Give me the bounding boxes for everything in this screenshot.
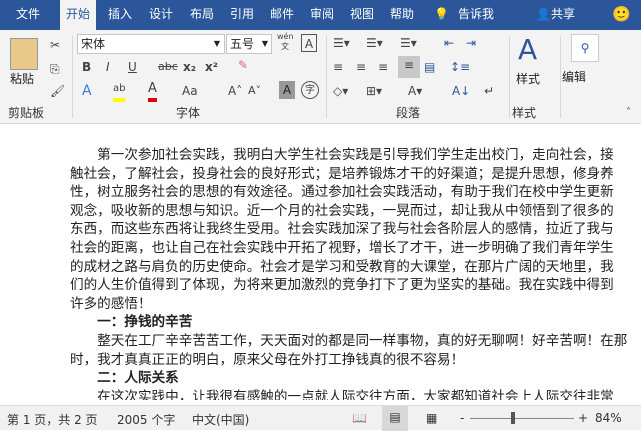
tab-home[interactable]: 开始 <box>60 0 97 30</box>
editing-button[interactable]: 编辑 <box>562 68 586 85</box>
document-text-line: 的成材之路与肩负的历史使命。社会才是学习和受教育的大课堂，在那片广阔的天地里，我 <box>70 258 614 275</box>
document-text-line: 整天在工厂辛辛苦苦工作，天天面对的都是同一样事物，真的好无聊啊！好辛苦啊！在那 <box>70 333 628 349</box>
character-border-icon[interactable]: A <box>301 34 317 52</box>
decrease-indent-icon[interactable]: ⇤ <box>444 34 454 52</box>
zoom-slider-thumb[interactable] <box>510 412 515 424</box>
divider <box>560 36 561 118</box>
document-heading: 一：挣钱的辛苦 <box>70 314 193 331</box>
clear-formatting-icon[interactable]: ✎ <box>238 56 248 74</box>
copy-icon[interactable]: ⎘ <box>50 60 60 78</box>
font-color-icon[interactable]: A <box>148 80 157 102</box>
lightbulb-icon: 💡 <box>434 7 449 21</box>
tab-view[interactable]: 视图 <box>344 0 380 30</box>
borders-icon[interactable]: ⊞▾ <box>366 82 382 100</box>
styles-icon[interactable]: A <box>518 34 537 66</box>
document-heading: 二：人际关系 <box>70 370 179 387</box>
multilevel-list-icon[interactable]: ☰▾ <box>400 34 417 52</box>
document-text-line: 社会的距离，也让自己在社会实践中开拓了视野，增长了才干，进一步明确了我们青年学生 <box>70 240 614 256</box>
document-text-line: 第一次参加社会实践，我明白大学生社会实践是引导我们学生走出校门，走向社会，接 <box>70 147 614 163</box>
ribbon-home: 粘贴 ✂ ⎘ 🖌 剪贴板 宋体 ▼ 五号 ▼ wén文 A B I U abc x₂… <box>0 30 641 124</box>
tab-mailings[interactable]: 邮件 <box>264 0 300 30</box>
tab-file[interactable]: 文件 <box>10 0 46 30</box>
font-size-value: 五号 <box>230 37 255 51</box>
zoom-in-button[interactable]: + <box>578 411 588 425</box>
document-text-line: 们的人生价值得到了体现，为将来更加激烈的竞争打下了更为坚实的基础。我在实践中得到 <box>70 277 614 294</box>
paste-icon[interactable] <box>10 38 38 70</box>
divider <box>509 36 510 118</box>
strikethrough-button[interactable]: abc <box>158 58 178 76</box>
align-left-icon[interactable]: ≡ <box>333 58 343 76</box>
highlight-color-icon[interactable]: ab <box>113 80 126 102</box>
print-layout-icon[interactable]: ▤ <box>382 406 408 431</box>
increase-indent-icon[interactable]: ⇥ <box>466 34 476 52</box>
ribbon-tabs: 文件 开始 插入 设计 布局 引用 邮件 审阅 视图 帮助 💡 告诉我 👤共享 … <box>0 0 641 30</box>
font-name-dropdown[interactable]: 宋体 ▼ <box>77 34 225 54</box>
share-label: 共享 <box>550 7 575 21</box>
tab-design[interactable]: 设计 <box>143 0 179 30</box>
web-layout-icon[interactable]: ▦ <box>426 411 437 425</box>
distributed-icon[interactable]: ▤ <box>424 58 435 76</box>
enclose-characters-icon[interactable]: 字 <box>301 81 319 99</box>
superscript-button[interactable]: x² <box>205 58 218 76</box>
justify-icon[interactable]: ≡ <box>398 56 420 78</box>
cut-icon[interactable]: ✂ <box>50 36 60 54</box>
align-center-icon[interactable]: ≡ <box>356 58 366 76</box>
language[interactable]: 中文(中国) <box>192 411 249 428</box>
group-clipboard: 剪贴板 <box>8 106 45 120</box>
font-name-value: 宋体 <box>81 37 106 51</box>
word-count[interactable]: 2005 个字 <box>117 411 175 428</box>
zoom-level[interactable]: 84% <box>595 411 622 425</box>
styles-button[interactable]: 样式 <box>516 70 540 87</box>
show-marks-icon[interactable]: ↵ <box>484 82 494 100</box>
document-text-line: 触社会，了解社会，投身社会的良好形式；是培养锻炼才干的好渠道；是提升思想，修身养 <box>70 165 614 182</box>
status-bar: 第 1 页，共 2 页 2005 个字 中文(中国) 📖 ▤ ▦ - + 84% <box>0 405 641 431</box>
tab-layout[interactable]: 布局 <box>184 0 220 30</box>
bullets-icon[interactable]: ☰▾ <box>333 34 350 52</box>
format-painter-icon[interactable]: 🖌 <box>50 82 65 100</box>
text-effects-icon[interactable]: A <box>82 82 92 100</box>
divider <box>72 36 73 118</box>
collapse-ribbon-icon[interactable]: ˄ <box>626 104 631 122</box>
document-text-line: 在这次实践中，让我很有感触的一点就人际交往方面，大家都知道社会上人际交往非常 <box>70 388 614 400</box>
document-text-line: 时，我才真真正正的明白，原来父母在外打工挣钱真的很不容易！ <box>70 351 465 368</box>
group-paragraph: 段落 <box>396 106 421 120</box>
shading-icon[interactable]: ◇▾ <box>333 82 348 100</box>
page-count[interactable]: 第 1 页，共 2 页 <box>7 411 98 428</box>
underline-button[interactable]: U <box>128 58 137 76</box>
group-styles: 样式 <box>512 106 537 120</box>
italic-button[interactable]: I <box>106 58 110 76</box>
zoom-out-button[interactable]: - <box>460 411 464 425</box>
text-direction-icon[interactable]: A▾ <box>408 82 422 100</box>
shrink-font-icon[interactable]: A˅ <box>248 82 261 100</box>
tab-help[interactable]: 帮助 <box>384 0 420 30</box>
phonetic-guide-icon[interactable]: wén文 <box>277 32 294 52</box>
line-spacing-icon[interactable]: ↕≡ <box>450 58 470 76</box>
tab-references[interactable]: 引用 <box>224 0 260 30</box>
character-shading-icon[interactable]: A <box>279 81 295 99</box>
zoom-slider[interactable] <box>470 418 574 419</box>
grow-font-icon[interactable]: A˄ <box>228 82 242 100</box>
numbering-icon[interactable]: ☰▾ <box>366 34 383 52</box>
sort-icon[interactable]: A↓ <box>452 82 470 100</box>
group-font: 字体 <box>176 106 201 120</box>
tab-insert[interactable]: 插入 <box>102 0 138 30</box>
divider <box>326 36 327 118</box>
document-text-line: 许多的感悟！ <box>70 295 152 312</box>
share-button[interactable]: 👤共享 <box>530 0 581 30</box>
document-page[interactable]: 第一次参加社会实践，我明白大学生社会实践是引导我们学生走出校门，走向社会，接 触社… <box>0 125 641 400</box>
change-case-button[interactable]: Aa <box>182 82 198 100</box>
tab-review[interactable]: 审阅 <box>304 0 340 30</box>
bold-button[interactable]: B <box>82 58 91 76</box>
subscript-button[interactable]: x₂ <box>183 58 196 76</box>
font-size-dropdown[interactable]: 五号 ▼ <box>226 34 272 54</box>
smiley-feedback-icon[interactable]: 🙂 <box>606 0 637 30</box>
document-text-line: 性，树立服务社会的思想的有效途径。通过参加社会实践活动，有助于我们在校中学生更新 <box>70 184 614 201</box>
tell-me-search[interactable]: 告诉我 <box>452 0 500 30</box>
document-text-line: 东西，而这些东西将让我终生受用。社会实践加深了我与社会各阶层人的感情，拉近了我与 <box>70 221 614 238</box>
search-icon[interactable]: ⚲ <box>571 34 599 62</box>
paste-button[interactable]: 粘贴 <box>10 70 34 87</box>
document-text-line: 观念，吸收新的思想与知识。近一个月的社会实践，一晃而过，却让我从中领悟到了很多的 <box>70 202 614 219</box>
align-right-icon[interactable]: ≡ <box>378 58 388 76</box>
read-mode-icon[interactable]: 📖 <box>352 411 367 425</box>
